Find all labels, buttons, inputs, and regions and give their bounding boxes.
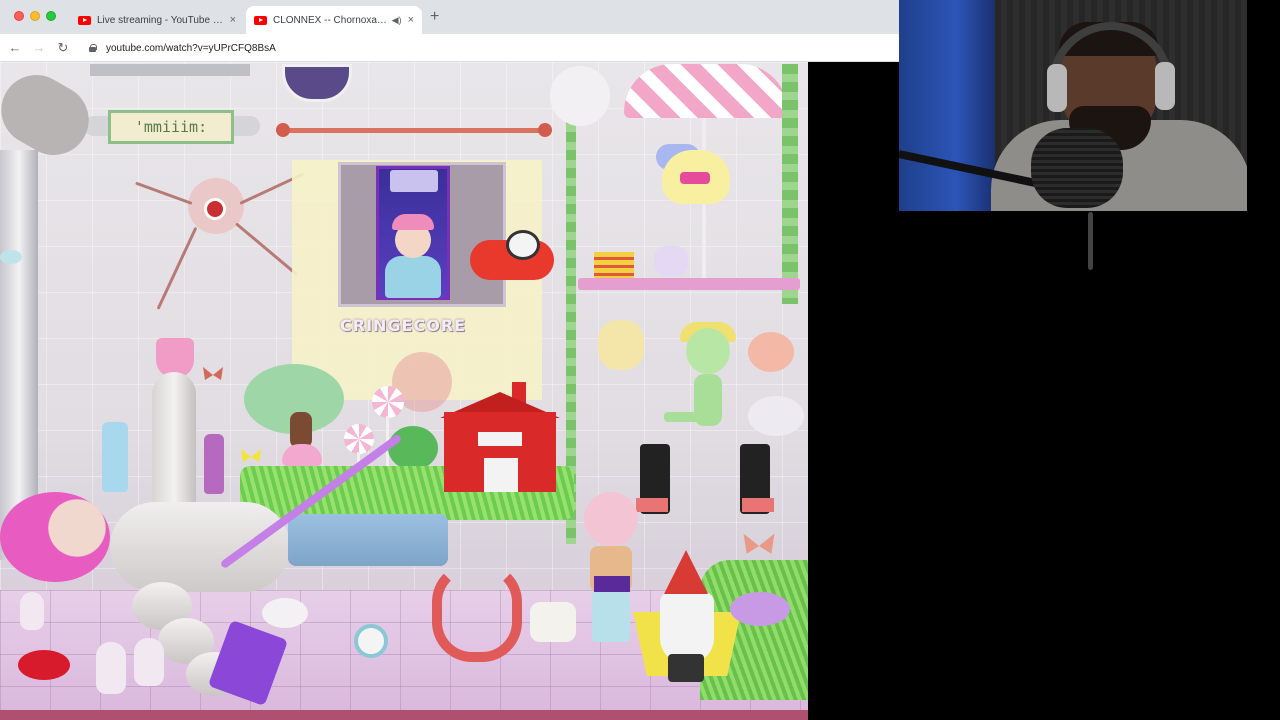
butterfly-icon: [241, 449, 261, 462]
gnome-hat: [664, 550, 708, 594]
webcam-overlay: [899, 0, 1247, 211]
eyeball-iris: [204, 198, 226, 220]
lock-icon: [88, 44, 97, 52]
white-lamb: [262, 598, 308, 628]
tab-title: CLONNEX -- Chornoxan -: [273, 14, 388, 26]
tab-clonnex-video[interactable]: CLONNEX -- Chornoxan - ◀) ×: [246, 6, 422, 34]
tree-doll: [290, 412, 312, 448]
close-tab-icon[interactable]: ×: [230, 14, 236, 26]
carousel-horse-saddle: [680, 172, 710, 184]
red-lips: [18, 650, 70, 680]
lollipop: [372, 386, 404, 418]
close-tab-icon[interactable]: ×: [408, 14, 414, 26]
back-button[interactable]: ←: [6, 39, 24, 57]
barn-window: [478, 432, 522, 446]
pink-shelf: [578, 278, 800, 290]
cat-plush: [654, 246, 688, 276]
mask-face: [748, 396, 804, 436]
curtain-rod: [284, 128, 546, 133]
headphones-icon: [1155, 62, 1175, 110]
blue-acoustic-panel: [899, 0, 995, 211]
address-text: youtube.com/watch?v=yUPrCFQ8BsA: [106, 42, 276, 54]
tree-doll-skirt: [282, 444, 322, 466]
carousel-canopy: [624, 64, 788, 118]
doll-head: [584, 492, 638, 546]
lying-body: [110, 502, 290, 592]
skull-cat: [530, 602, 576, 642]
tab-youtube-studio[interactable]: Live streaming - YouTube Studio ×: [70, 6, 244, 34]
bottom-strip: [0, 710, 808, 720]
unicorn-plush: [550, 66, 610, 126]
tab-title: Live streaming - YouTube Studio: [97, 14, 224, 26]
coral-snake: [432, 562, 522, 662]
alien-girl-body: [694, 374, 722, 426]
green-vine: [782, 64, 798, 304]
barn-door: [484, 458, 518, 492]
browser-window: Live streaming - YouTube Studio × CLONNE…: [0, 0, 899, 720]
cringecore-sign: CRINGECORE: [340, 316, 467, 335]
video-player[interactable]: 'mmiiim: CRINGECORE: [0, 62, 808, 720]
purple-mushroom: [730, 592, 790, 626]
eyeball-stand: [354, 624, 388, 658]
speaker-icon[interactable]: ◀): [392, 15, 402, 26]
gnome-boots: [668, 654, 704, 682]
curtain-rod-end: [276, 123, 290, 137]
address-bar[interactable]: youtube.com/watch?v=yUPrCFQ8BsA: [80, 38, 890, 58]
close-window-button[interactable]: [14, 11, 24, 21]
doll-shorts: [594, 576, 630, 592]
tab-bar: Live streaming - YouTube Studio × CLONNE…: [0, 0, 899, 34]
hanging-planter: [748, 332, 794, 372]
screen: Live streaming - YouTube Studio × CLONNE…: [0, 0, 1280, 720]
name-plate: 'mmiiim:: [108, 110, 234, 144]
scrollbar-thumb[interactable]: [1088, 212, 1093, 270]
alien-boot-sole: [636, 498, 668, 512]
purple-bottle: [204, 434, 224, 494]
green-bush: [388, 426, 438, 470]
alien-girl-head: [686, 328, 730, 374]
browser-toolbar: ← → ↻ youtube.com/watch?v=yUPrCFQ8BsA: [0, 34, 899, 62]
bunny-figurine: [96, 642, 126, 694]
lollipop: [344, 424, 374, 454]
striped-gift-box: [594, 252, 634, 278]
doll-boots: [592, 592, 630, 642]
curtain-rod-end: [538, 123, 552, 137]
microphone-icon: [1031, 128, 1123, 208]
pink-haired-head: [0, 492, 110, 582]
reload-button[interactable]: ↻: [54, 39, 72, 57]
window-girl-body: [385, 256, 441, 298]
ceiling-lamp: [390, 170, 438, 192]
butterfly-icon: [203, 367, 223, 380]
blue-bottle: [102, 422, 128, 492]
alien-boot-sole: [742, 498, 774, 512]
top-shelf: [90, 64, 250, 76]
bunny-figurine: [134, 638, 164, 686]
maximize-window-button[interactable]: [46, 11, 56, 21]
forward-button[interactable]: →: [30, 39, 48, 57]
minimize-window-button[interactable]: [30, 11, 40, 21]
bunny-figurine: [20, 592, 44, 630]
new-tab-button[interactable]: +: [430, 8, 439, 26]
youtube-icon: [78, 15, 91, 25]
robot-eye-icon: [0, 250, 22, 264]
jeans-legs: [288, 514, 448, 566]
googly-eyes: [506, 230, 540, 260]
youtube-icon: [254, 15, 267, 25]
teddy-bear: [598, 320, 644, 370]
headphones-icon: [1047, 64, 1067, 112]
butterfly-icon: [743, 533, 775, 554]
window-girl-hat: [392, 214, 434, 230]
